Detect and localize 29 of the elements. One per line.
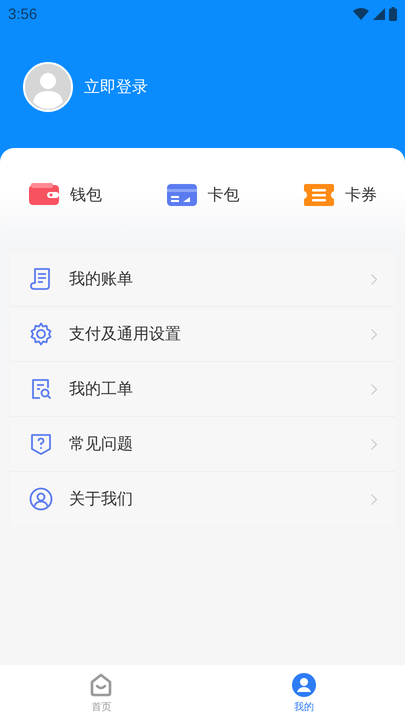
tab[interactable]: 我的 <box>202 665 405 720</box>
document-search-icon <box>29 377 53 401</box>
menu-item[interactable]: 常见问题 <box>10 417 395 472</box>
shortcut-item[interactable]: 卡券 <box>303 182 377 244</box>
wallet-icon <box>28 182 60 208</box>
shortcut-item[interactable]: 钱包 <box>28 182 102 244</box>
chevron-right-icon <box>371 438 377 450</box>
avatar-icon[interactable] <box>23 62 73 112</box>
menu-item[interactable]: 关于我们 <box>10 472 395 526</box>
menu-item[interactable]: 我的账单 <box>10 252 395 307</box>
chevron-right-icon <box>371 384 377 394</box>
menu-item[interactable]: 支付及通用设置 <box>10 307 395 362</box>
chevron-right-icon <box>371 274 377 284</box>
question-shield-icon <box>29 432 53 456</box>
document-icon <box>29 267 53 291</box>
battery-icon <box>389 7 397 21</box>
signal-icon <box>373 8 385 20</box>
menu-item[interactable]: 我的工单 <box>10 362 395 417</box>
user-circle-icon <box>29 487 53 511</box>
shortcut-item[interactable]: 卡包 <box>166 182 240 244</box>
status-time: 3:56 <box>8 6 38 22</box>
ticket-icon <box>303 182 335 208</box>
settings-icon <box>29 322 53 346</box>
wifi-icon <box>353 8 369 20</box>
user-icon <box>290 672 317 698</box>
home-icon <box>88 672 114 698</box>
chevron-right-icon <box>371 494 377 504</box>
chevron-right-icon <box>371 328 377 340</box>
card-icon <box>166 182 198 208</box>
